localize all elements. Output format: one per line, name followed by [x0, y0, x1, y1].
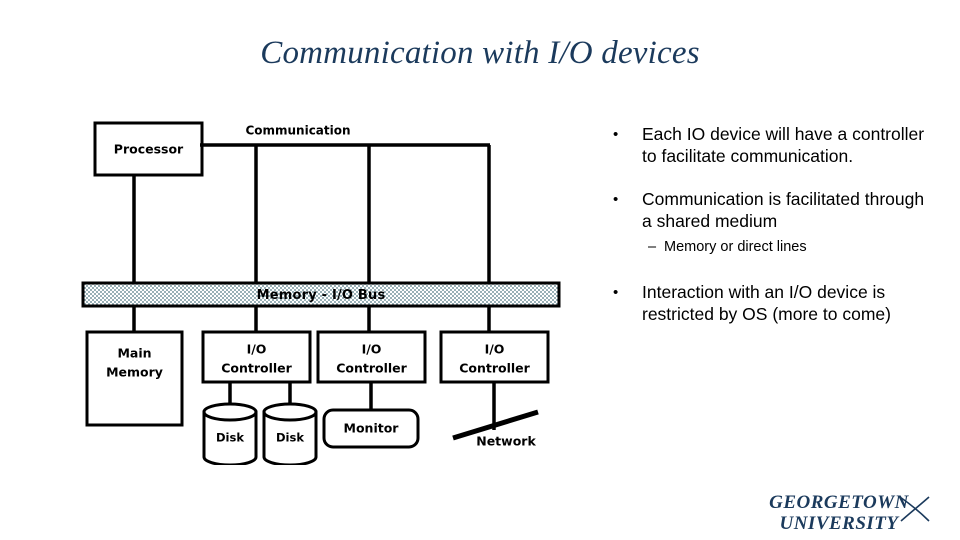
bullet-item-3: • Interaction with an I/O device is rest… [608, 282, 938, 325]
slide-canvas: Communication with I/O devices Processor… [0, 0, 960, 540]
bullet-marker-icon: • [613, 191, 619, 208]
logo-line-1: GEORGETOWN [769, 492, 909, 513]
main-memory-node: Main Memory [85, 330, 184, 427]
bullet-text-3: Interaction with an I/O device is restri… [642, 282, 891, 324]
bullet-marker-icon: • [613, 284, 619, 301]
io-controller-3-label-line1: I/O [485, 342, 505, 357]
io-controller-1-label-line2: Controller [221, 361, 292, 376]
disk-2-label: Disk [276, 431, 304, 445]
io-controller-2-label-line2: Controller [336, 361, 407, 376]
dash-marker-icon: – [648, 239, 657, 255]
communication-label: Communication [245, 124, 350, 138]
logo-line-2: UNIVERSITY [779, 513, 899, 534]
io-architecture-diagram: Processor Communication Memory - I/O Bus [70, 105, 590, 465]
memory-io-bus: Memory - I/O Bus [81, 281, 561, 308]
bullet-item-1: • Each IO device will have a controller … [608, 124, 938, 167]
disk-connectors [228, 382, 292, 405]
io-controller-3-node: I/O Controller [439, 330, 550, 384]
bullet-item-2: • Communication is facilitated through a… [608, 189, 938, 232]
io-controller-1-node: I/O Controller [201, 330, 312, 384]
memory-io-bus-label: Memory - I/O Bus [257, 288, 386, 303]
bullet-text-2: Communication is facilitated through a s… [642, 189, 925, 231]
io-controller-2-label-line1: I/O [362, 342, 382, 357]
disk-1-label: Disk [216, 431, 244, 445]
processor-label: Processor [114, 142, 184, 157]
main-memory-label-line1: Main [117, 346, 151, 361]
io-controller-2-node: I/O Controller [316, 330, 427, 384]
network-label: Network [476, 434, 536, 449]
main-memory-label-line2: Memory [106, 365, 163, 380]
io-controller-1-label-line1: I/O [247, 342, 267, 357]
disk-1-node: Disk [202, 402, 258, 465]
bullet-list: • Each IO device will have a controller … [608, 124, 938, 347]
communication-bus-lines [200, 143, 491, 283]
georgetown-university-logo: GEORGETOWN UNIVERSITY [744, 492, 934, 534]
bus-device-connectors [132, 306, 491, 332]
monitor-label: Monitor [344, 421, 400, 436]
processor-node: Processor [93, 121, 204, 177]
sub-bullet-text-1: Memory or direct lines [664, 239, 807, 255]
bullet-text-1: Each IO device will have a controller to… [642, 124, 925, 166]
bullet-marker-icon: • [613, 126, 619, 143]
monitor-node: Monitor [322, 408, 420, 449]
disk-2-node: Disk [262, 402, 318, 465]
io-controller-3-label-line2: Controller [459, 361, 530, 376]
page-title: Communication with I/O devices [260, 35, 700, 71]
sub-bullet-item-1: – Memory or direct lines [608, 238, 938, 256]
